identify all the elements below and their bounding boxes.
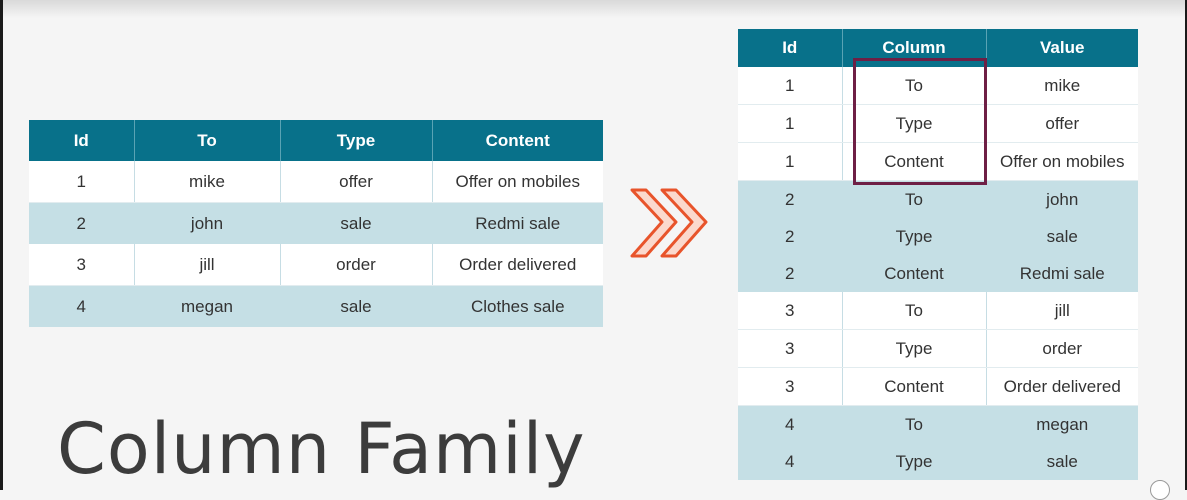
cell-value: sale	[986, 443, 1138, 480]
cell-id: 3	[29, 244, 135, 286]
header-id: Id	[29, 120, 135, 161]
cell-to: mike	[134, 161, 281, 203]
cell-id: 3	[738, 292, 843, 330]
header-type: Type	[280, 120, 433, 161]
cell-value: Order delivered	[986, 367, 1138, 406]
table-row: 4 To megan	[738, 405, 1138, 443]
cell-column: Type	[842, 329, 987, 368]
cell-value: john	[986, 180, 1138, 218]
cell-value: mike	[986, 67, 1138, 105]
cell-type: sale	[280, 202, 433, 244]
cell-value: Offer on mobiles	[986, 142, 1138, 181]
cell-type: offer	[280, 161, 433, 203]
cell-id: 2	[738, 255, 843, 292]
cell-value: sale	[986, 218, 1138, 255]
table-row: 2 Content Redmi sale	[738, 255, 1138, 292]
row-table: Id To Type Content 1 mike offer Offer on…	[29, 120, 603, 327]
highlight-box	[853, 58, 987, 185]
cell-id: 1	[738, 142, 843, 181]
row-table-header: Id To Type Content	[29, 120, 603, 161]
cell-content: Clothes sale	[432, 285, 603, 327]
cell-column: Content	[842, 255, 987, 292]
table-row: 2 Type sale	[738, 218, 1138, 255]
cell-id: 2	[29, 202, 135, 244]
cell-content: Order delivered	[432, 244, 603, 286]
cell-column: To	[842, 180, 987, 218]
cell-column: Type	[842, 443, 987, 480]
table-row: 3 Type order	[738, 329, 1138, 368]
cell-to: jill	[134, 244, 281, 286]
left-frame-edge	[0, 0, 3, 490]
table-row: 2 To john	[738, 180, 1138, 218]
table-row: 1 mike offer Offer on mobiles	[29, 161, 603, 203]
cell-content: Offer on mobiles	[432, 161, 603, 203]
cell-value: order	[986, 329, 1138, 368]
cell-id: 4	[29, 285, 135, 327]
cell-type: sale	[280, 285, 433, 327]
player-control-icon[interactable]	[1150, 480, 1170, 500]
slide-title: Column Family	[57, 408, 586, 490]
cell-to: john	[134, 202, 281, 244]
cell-id: 1	[29, 161, 135, 203]
table-row: 3 jill order Order delivered	[29, 244, 603, 286]
cell-value: megan	[986, 405, 1138, 443]
header-id: Id	[738, 29, 843, 67]
cell-id: 1	[738, 67, 843, 105]
cell-column: Content	[842, 367, 987, 406]
cell-id: 2	[738, 218, 843, 255]
table-row: 3 To jill	[738, 292, 1138, 330]
table-row: 2 john sale Redmi sale	[29, 202, 603, 244]
cell-column: To	[842, 292, 987, 330]
cell-id: 2	[738, 180, 843, 218]
table-row: 4 Type sale	[738, 443, 1138, 480]
cell-id: 1	[738, 104, 843, 143]
header-content: Content	[432, 120, 603, 161]
table-row: 3 Content Order delivered	[738, 367, 1138, 406]
cell-column: Type	[842, 218, 987, 255]
header-value: Value	[986, 29, 1138, 67]
cell-id: 4	[738, 443, 843, 480]
cell-value: jill	[986, 292, 1138, 330]
top-bar	[0, 0, 1187, 18]
cell-content: Redmi sale	[432, 202, 603, 244]
cell-type: order	[280, 244, 433, 286]
cell-column: To	[842, 405, 987, 443]
header-to: To	[134, 120, 281, 161]
double-chevron-right-icon	[630, 188, 708, 258]
table-row: 4 megan sale Clothes sale	[29, 285, 603, 327]
cell-to: megan	[134, 285, 281, 327]
cell-id: 4	[738, 405, 843, 443]
cell-id: 3	[738, 329, 843, 368]
cell-id: 3	[738, 367, 843, 406]
cell-value: offer	[986, 104, 1138, 143]
cell-value: Redmi sale	[986, 255, 1138, 292]
